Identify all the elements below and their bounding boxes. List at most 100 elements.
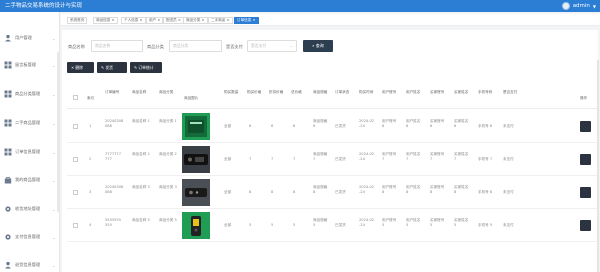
row-action-button[interactable] bbox=[580, 121, 591, 132]
tab-secondhand[interactable]: 二手商品 × bbox=[208, 16, 233, 24]
header-price: 购买价格 bbox=[247, 90, 262, 94]
user-icon bbox=[5, 34, 11, 42]
table-row[interactable]: 4 5555555 555 商品名称 5 商品分类 5 全部 5 5 5 商品规… bbox=[67, 209, 598, 242]
sidebar-item-label: 留言板管理 bbox=[15, 62, 36, 67]
ship-button[interactable]: ✎ 发货 bbox=[97, 62, 127, 73]
tab-orders[interactable]: 订单信息 × bbox=[234, 16, 259, 24]
product-name-label: 商品名称 bbox=[68, 44, 85, 49]
sidebar-item-label: 收货地址管理 bbox=[15, 206, 41, 211]
cell-qty: 全部 bbox=[224, 157, 232, 161]
header-category: 商品分类 bbox=[159, 90, 174, 94]
cell-phone: 手机号 6 bbox=[478, 124, 493, 128]
sidebar-item-label: 订单信息管理 bbox=[15, 149, 41, 154]
sidebar-item-label: 二手商品管理 bbox=[15, 120, 41, 125]
chevron-down-icon: ⌄ bbox=[52, 35, 56, 41]
product-name-input[interactable]: 商品名称 bbox=[91, 40, 143, 52]
delete-button[interactable]: ✕ 删除 bbox=[67, 62, 94, 73]
cell-buyer-acct: 买家账号 7 bbox=[430, 152, 445, 161]
tab-personal-info[interactable]: 个人信息 × bbox=[121, 16, 146, 24]
product-image bbox=[182, 212, 210, 239]
user-menu[interactable]: admin ▼ bbox=[561, 1, 596, 11]
avatar[interactable] bbox=[561, 2, 570, 10]
row-checkbox[interactable] bbox=[73, 190, 78, 195]
search-button-label: 查询 bbox=[315, 43, 324, 48]
sidebar-item-secondhand[interactable]: 二手商品管理 ⌄ bbox=[0, 117, 60, 129]
grid-icon bbox=[4, 119, 12, 127]
row-action-button[interactable] bbox=[580, 220, 591, 231]
cell-user-name: 用户姓名 5 bbox=[406, 218, 421, 227]
cell-buyer-name: 买家姓名 5 bbox=[454, 218, 469, 227]
chevron-down-icon: ⌄ bbox=[52, 91, 56, 97]
cell-order-no: 20240308 088 bbox=[105, 119, 124, 128]
tab-product-info[interactable]: 商品信息 × bbox=[93, 16, 118, 24]
sidebar: 用户管理 ⌄ 留言板管理 ⌄ 商品分类管理 ⌄ 二手商品管理 ⌄ 订单信息管理 … bbox=[0, 12, 60, 272]
row-action-button[interactable] bbox=[580, 187, 591, 198]
cell-product-name: 商品名称 3 bbox=[132, 185, 150, 189]
paid-select[interactable]: 是否支付 ⌄ bbox=[247, 40, 297, 52]
cell-status: 已发货 bbox=[335, 124, 346, 128]
row-checkbox[interactable] bbox=[73, 157, 78, 162]
sidebar-item-returns[interactable]: 退货信息管理 ⌄ bbox=[0, 259, 60, 271]
header-paid: 是否支付 bbox=[503, 90, 518, 94]
row-checkbox[interactable] bbox=[73, 223, 78, 228]
cell-order-no: 20240308 088 bbox=[105, 185, 124, 194]
cell-index: 3 bbox=[89, 190, 92, 194]
cell-phone: 手机号 5 bbox=[478, 223, 493, 227]
product-image bbox=[182, 113, 210, 140]
user-name[interactable]: admin bbox=[573, 3, 590, 9]
sidebar-item-users[interactable]: 用户管理 ⌄ bbox=[0, 32, 60, 44]
order-stats-button[interactable]: ✎ 订单统计 bbox=[130, 62, 162, 73]
cell-user-name: 用户姓名 7 bbox=[406, 152, 421, 161]
sidebar-item-messages[interactable]: 留言板管理 ⌄ bbox=[0, 59, 60, 71]
cell-discount: 6 bbox=[271, 124, 274, 128]
paid-label: 是否支付 bbox=[226, 44, 243, 49]
search-button[interactable]: ⌕ 查询 bbox=[303, 40, 333, 52]
chevron-down-icon: ⌄ bbox=[289, 43, 293, 48]
cell-spec: 商品规格 8 bbox=[313, 185, 328, 194]
sidebar-item-label: 支付信息管理 bbox=[15, 234, 41, 239]
cell-user-acct: 用户账号 5 bbox=[382, 218, 397, 227]
cell-time: 2024-02 -24 bbox=[359, 119, 375, 128]
cell-user-acct: 用户账号 8 bbox=[382, 185, 397, 194]
ship-button-label: 发货 bbox=[105, 65, 113, 70]
sidebar-item-label: 用户管理 bbox=[15, 35, 32, 40]
cell-category: 商品分类 5 bbox=[159, 218, 177, 222]
sidebar-item-categories[interactable]: 商品分类管理 ⌄ bbox=[0, 88, 60, 100]
sidebar-item-orders[interactable]: 订单信息管理 ⌄ bbox=[0, 146, 60, 158]
tab-categories[interactable]: 商品分类 × bbox=[183, 16, 208, 24]
grid-icon bbox=[4, 148, 12, 156]
sidebar-item-payments[interactable]: 支付信息管理 ⌄ bbox=[0, 231, 60, 243]
tab-couriers[interactable]: 配送员 × bbox=[163, 16, 184, 24]
product-category-input[interactable]: 商品分类 bbox=[169, 40, 222, 52]
row-checkbox[interactable] bbox=[73, 124, 78, 129]
header-buyer-name: 买家姓名 bbox=[454, 90, 469, 94]
select-all-checkbox[interactable] bbox=[73, 95, 78, 100]
cell-discount: 5 bbox=[271, 223, 274, 227]
cell-paid: 未支付 bbox=[503, 223, 514, 227]
header-total: 总价格 bbox=[291, 90, 302, 94]
cell-paid: 未支付 bbox=[503, 190, 514, 194]
cell-buyer-acct: 买家账号 8 bbox=[430, 185, 445, 194]
sidebar-scrollbar[interactable] bbox=[57, 52, 59, 212]
gear-icon bbox=[5, 234, 11, 240]
sidebar-item-my-products[interactable]: 我的商品管理 ⌄ bbox=[0, 174, 60, 186]
table-row[interactable]: 2 7777777 777 商品名称 2 商品分类 2 全部 7 7 7 商品规… bbox=[67, 143, 598, 176]
sidebar-item-addresses[interactable]: 收货地址管理 ⌄ bbox=[0, 203, 60, 215]
cell-price: 5 bbox=[249, 223, 252, 227]
chevron-down-icon: ⌄ bbox=[52, 177, 56, 183]
tab-users[interactable]: 用户 × bbox=[146, 16, 164, 24]
table-row[interactable]: 3 20240308 088 商品名称 3 商品分类 3 全部 8 8 8 商品… bbox=[67, 176, 598, 209]
chevron-down-icon[interactable]: ▼ bbox=[593, 4, 596, 9]
page-scrollbar[interactable] bbox=[597, 60, 599, 272]
cell-time: 2024-02 -24 bbox=[359, 218, 375, 227]
row-action-button[interactable] bbox=[580, 154, 591, 165]
table-row[interactable]: 1 20240308 088 商品名称 1 商品分类 1 全部 6 6 6 商品… bbox=[67, 110, 598, 143]
tab-home[interactable]: 系统首页 bbox=[67, 16, 88, 24]
tab-bar: 系统首页 商品信息 × 个人信息 × 用户 × 配送员 × 商品分类 × 二手商… bbox=[61, 14, 600, 26]
chevron-down-icon: ⌄ bbox=[52, 120, 56, 126]
header-user-name: 用户姓名 bbox=[406, 90, 421, 94]
header-image: 商品图片 bbox=[184, 96, 199, 100]
cell-user-name: 用户姓名 8 bbox=[406, 185, 421, 194]
cell-total: 5 bbox=[293, 223, 296, 227]
sidebar-item-label: 商品分类管理 bbox=[15, 91, 41, 96]
